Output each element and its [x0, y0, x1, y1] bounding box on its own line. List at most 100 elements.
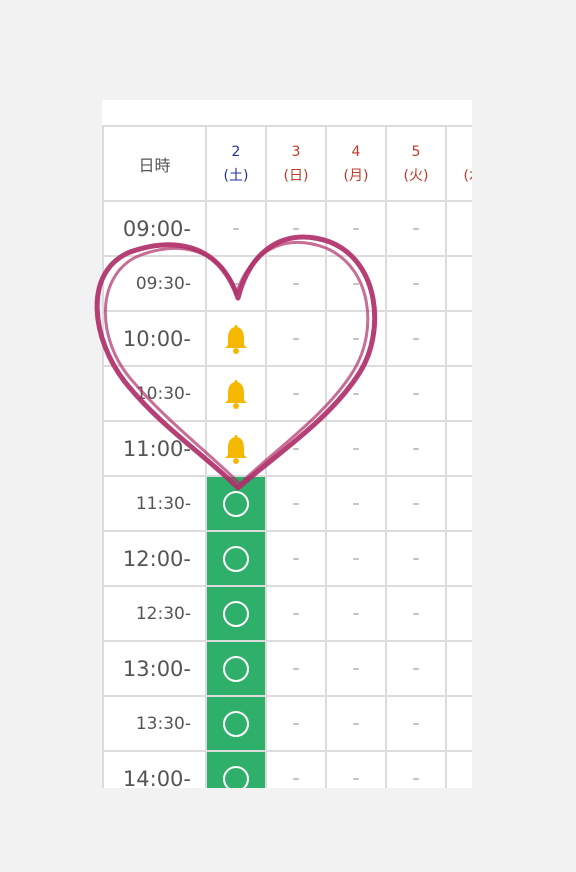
slot-cell[interactable]: – [387, 422, 447, 477]
unavailable-dash: – [352, 385, 360, 402]
unavailable-dash: – [292, 605, 300, 622]
day-of-week: (水) [463, 167, 472, 184]
slot-cell-day2[interactable]: – [207, 202, 267, 257]
slot-cell[interactable]: – [447, 587, 472, 642]
slot-cell[interactable]: – [267, 752, 327, 788]
slot-cell[interactable]: – [387, 477, 447, 532]
slot-cell-day2[interactable] [207, 697, 267, 752]
slot-cell[interactable]: – [447, 752, 472, 788]
time-slot-label: 13:30- [104, 697, 207, 752]
unavailable-dash: – [352, 715, 360, 732]
slot-cell[interactable]: – [387, 367, 447, 422]
slot-cell[interactable]: – [387, 642, 447, 697]
slot-cell[interactable]: – [327, 532, 387, 587]
unavailable-dash: – [292, 770, 300, 787]
slot-cell[interactable]: – [447, 422, 472, 477]
time-slot-label: 13:00- [104, 642, 207, 697]
slot-cell[interactable]: – [387, 587, 447, 642]
available-circle-icon [223, 655, 249, 682]
slot-cell[interactable]: – [447, 202, 472, 257]
unavailable-dash: – [412, 660, 420, 677]
slot-cell-day2[interactable] [207, 532, 267, 587]
bell-icon [222, 434, 250, 464]
slot-cell[interactable]: – [267, 312, 327, 367]
time-slot-label: 11:30- [104, 477, 207, 532]
slot-cell[interactable]: – [387, 752, 447, 788]
unavailable-dash: – [352, 495, 360, 512]
slot-cell-day2[interactable]: – [207, 257, 267, 312]
slot-cell[interactable]: – [267, 257, 327, 312]
slot-cell[interactable]: – [447, 477, 472, 532]
slot-cell[interactable]: – [267, 532, 327, 587]
slot-cell-day2[interactable] [207, 367, 267, 422]
unavailable-dash: – [232, 220, 240, 237]
unavailable-dash: – [292, 220, 300, 237]
slot-cell[interactable]: – [447, 697, 472, 752]
day-header-5[interactable]: 5 (火) [387, 127, 447, 202]
slot-cell[interactable]: – [387, 532, 447, 587]
schedule-grid: 日時2(土)3(日)4(月)5(火)6(水)09:00-–––––09:30-–… [102, 125, 472, 788]
unavailable-dash: – [352, 770, 360, 787]
slot-cell[interactable]: – [387, 257, 447, 312]
available-circle-icon [223, 490, 249, 517]
slot-cell[interactable]: – [267, 477, 327, 532]
slot-cell-day2[interactable] [207, 587, 267, 642]
slot-cell[interactable]: – [327, 752, 387, 788]
slot-cell[interactable]: – [327, 257, 387, 312]
unavailable-dash: – [292, 440, 300, 457]
slot-cell[interactable]: – [327, 642, 387, 697]
slot-cell[interactable]: – [267, 367, 327, 422]
day-label: 6(水) [464, 140, 472, 188]
slot-cell[interactable]: – [267, 642, 327, 697]
unavailable-dash: – [352, 440, 360, 457]
available-circle-icon [223, 710, 249, 737]
bell-icon [222, 324, 250, 354]
day-header-2[interactable]: 2 (土) [207, 127, 267, 202]
slot-cell[interactable]: – [447, 367, 472, 422]
day-number: 4 [351, 143, 361, 160]
slot-cell[interactable]: – [387, 312, 447, 367]
unavailable-dash: – [352, 660, 360, 677]
slot-cell[interactable]: – [327, 367, 387, 422]
day-label: 3 (日) [284, 140, 309, 188]
unavailable-dash: – [412, 440, 420, 457]
slot-cell[interactable]: – [387, 697, 447, 752]
day-label: 5 (火) [404, 140, 429, 188]
unavailable-dash: – [292, 330, 300, 347]
slot-cell[interactable]: – [267, 202, 327, 257]
time-slot-label: 12:00- [104, 532, 207, 587]
slot-cell-day2[interactable] [207, 422, 267, 477]
slot-cell-day2[interactable] [207, 312, 267, 367]
slot-cell[interactable]: – [447, 257, 472, 312]
unavailable-dash: – [412, 550, 420, 567]
day-of-week: (火) [403, 167, 429, 184]
slot-cell-day2[interactable] [207, 752, 267, 788]
day-number: 5 [411, 143, 421, 160]
slot-cell[interactable]: – [327, 697, 387, 752]
slot-cell[interactable]: – [327, 422, 387, 477]
unavailable-dash: – [412, 385, 420, 402]
available-circle-icon [223, 765, 249, 788]
slot-cell[interactable]: – [327, 202, 387, 257]
slot-cell-day2[interactable] [207, 642, 267, 697]
slot-cell[interactable]: – [327, 477, 387, 532]
slot-cell[interactable]: – [447, 312, 472, 367]
slot-cell[interactable]: – [327, 587, 387, 642]
unavailable-dash: – [292, 715, 300, 732]
slot-cell[interactable]: – [447, 642, 472, 697]
slot-cell[interactable]: – [447, 532, 472, 587]
slot-cell[interactable]: – [327, 312, 387, 367]
slot-cell[interactable]: – [267, 587, 327, 642]
time-slot-label: 10:30- [104, 367, 207, 422]
slot-cell[interactable]: – [267, 697, 327, 752]
day-header-4[interactable]: 4 (月) [327, 127, 387, 202]
slot-cell[interactable]: – [267, 422, 327, 477]
slot-cell[interactable]: – [387, 202, 447, 257]
slot-cell-day2[interactable] [207, 477, 267, 532]
day-header-3[interactable]: 3 (日) [267, 127, 327, 202]
unavailable-dash: – [352, 550, 360, 567]
day-header-6[interactable]: 6(水) [447, 127, 472, 202]
day-label: 2 (土) [224, 140, 249, 188]
time-slot-label: 11:00- [104, 422, 207, 477]
time-slot-label: 10:00- [104, 312, 207, 367]
